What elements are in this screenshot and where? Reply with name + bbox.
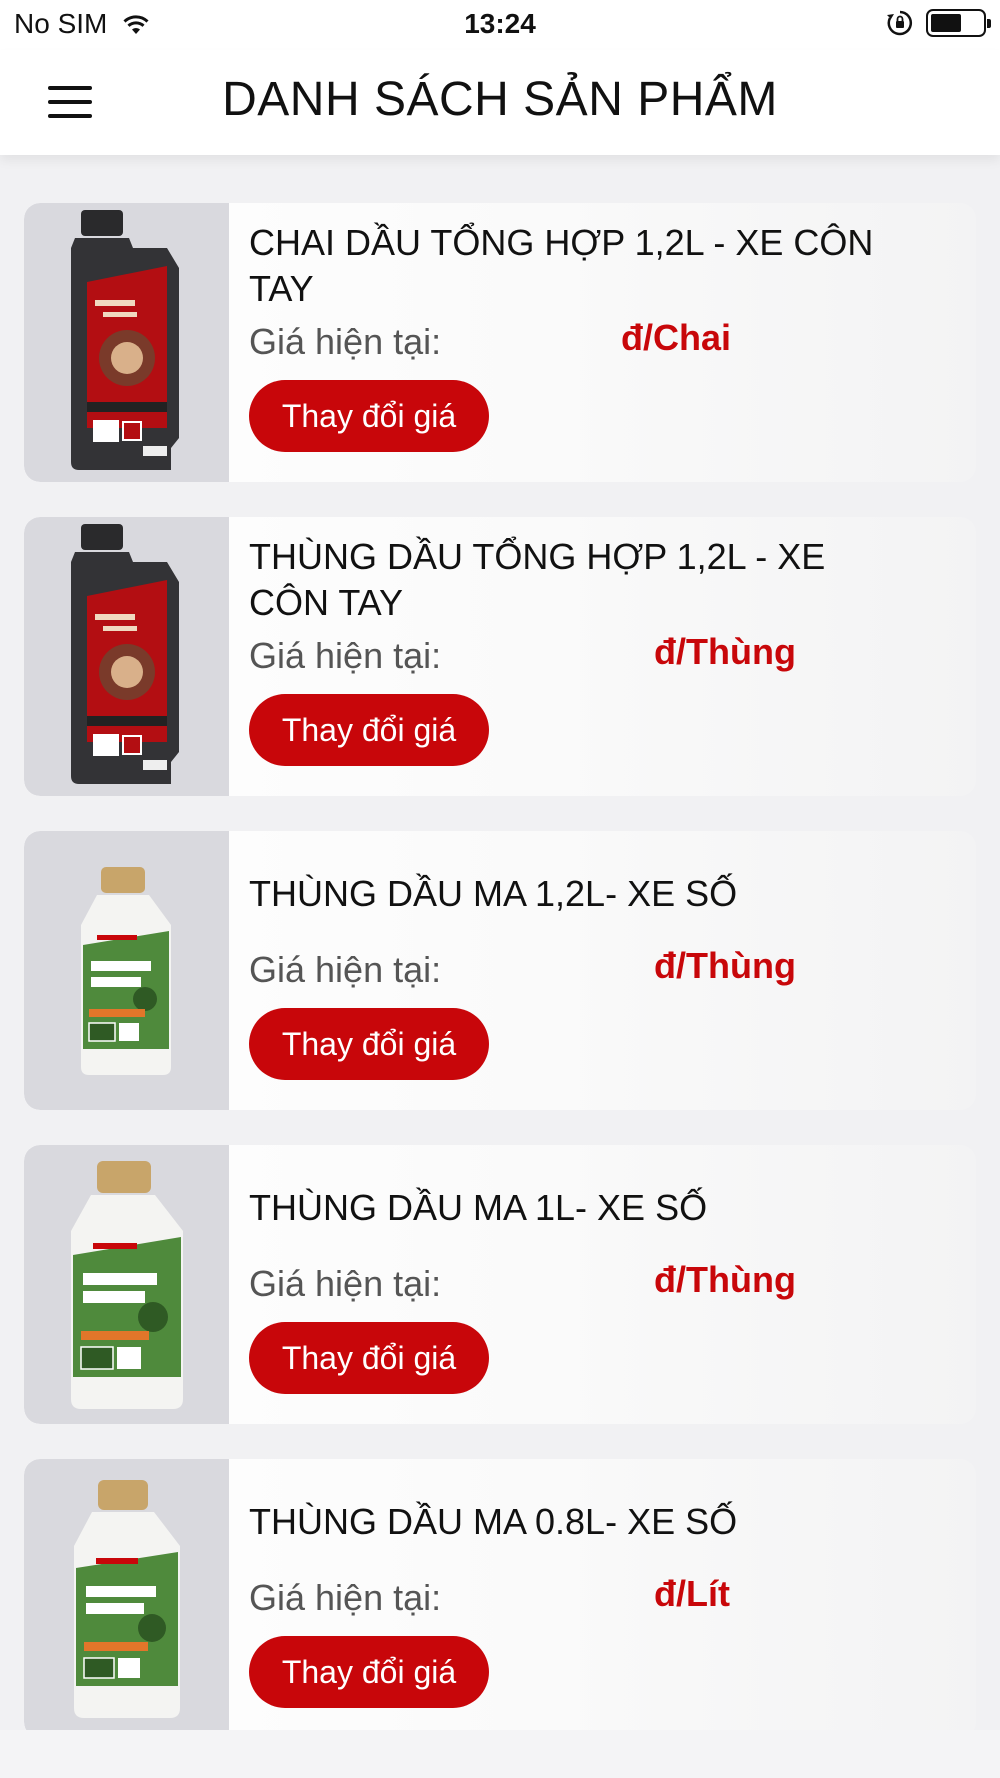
product-card[interactable]: THÙNG DẦU TỔNG HỢP 1,2L - XE CÔN TAY Giá… [24,517,976,796]
product-image [24,203,229,482]
price-value: đ/Thùng [654,631,796,672]
white-green-oil-bottle-icon [80,866,171,1075]
status-bar: No SIM 13:24 [0,0,1000,50]
status-right [886,9,991,37]
change-price-button[interactable]: Thay đổi giá [249,1322,489,1394]
white-green-oil-bottle-icon [73,1479,180,1718]
product-card[interactable]: THÙNG DẦU MA 1L- XE SỐ Giá hiện tại: đ/T… [24,1145,976,1424]
change-price-button[interactable]: Thay đổi giá [249,1008,489,1080]
status-time: 13:24 [464,8,536,39]
product-name: THÙNG DẦU MA 0.8L- XE SỐ [249,1501,738,1542]
product-image [24,1459,229,1738]
price-value: đ/Thùng [654,945,796,986]
product-card[interactable]: THÙNG DẦU MA 0.8L- XE SỐ Giá hiện tại: đ… [24,1459,976,1738]
bottom-area [0,1730,1000,1778]
nav-bar: DANH SÁCH SẢN PHẨM [0,50,1000,155]
product-image [24,1145,229,1424]
change-price-button[interactable]: Thay đổi giá [249,1636,489,1708]
price-label: Giá hiện tại: [249,1263,442,1304]
battery-icon [926,9,991,37]
black-oil-bottle-icon [70,209,179,470]
page-title: DANH SÁCH SẢN PHẨM [222,73,778,126]
price-value: đ/Chai [621,317,732,358]
product-list: CHAI DẦU TỔNG HỢP 1,2L - XE CÔN TAY Giá … [24,203,976,1773]
product-image [24,517,229,796]
product-card[interactable]: THÙNG DẦU MA 1,2L- XE SỐ Giá hiện tại: đ… [24,831,976,1110]
black-oil-bottle-icon [70,523,179,784]
product-name: CHAI DẦU TỔNG HỢP 1,2L - XE CÔN TAY [249,222,874,309]
price-label: Giá hiện tại: [249,949,442,990]
product-name: THÙNG DẦU MA 1L- XE SỐ [249,1187,708,1228]
price-label: Giá hiện tại: [249,1577,442,1618]
change-price-button[interactable]: Thay đổi giá [249,694,489,766]
price-value: đ/Thùng [654,1259,796,1300]
product-card[interactable]: CHAI DẦU TỔNG HỢP 1,2L - XE CÔN TAY Giá … [24,203,976,482]
price-value: đ/Lít [654,1573,730,1614]
white-green-oil-bottle-icon [70,1160,183,1409]
orientation-lock-icon [887,10,913,36]
product-name: THÙNG DẦU TỔNG HỢP 1,2L - XE CÔN TAY [249,536,826,623]
price-label: Giá hiện tại: [249,321,442,362]
price-label: Giá hiện tại: [249,635,442,676]
product-image [24,831,229,1110]
product-name: THÙNG DẦU MA 1,2L- XE SỐ [249,873,738,914]
change-price-button[interactable]: Thay đổi giá [249,380,489,452]
